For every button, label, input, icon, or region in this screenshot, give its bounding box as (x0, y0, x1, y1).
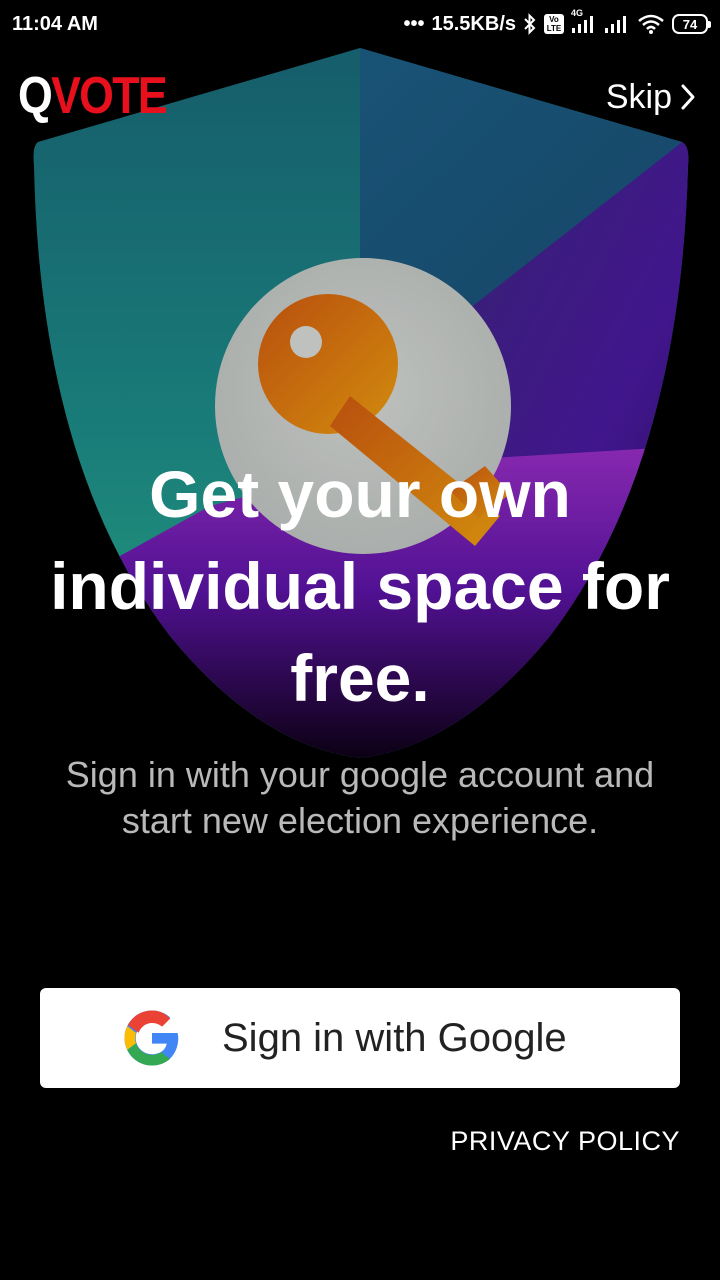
network-type-label: 4G (571, 8, 584, 18)
google-sign-in-label: Sign in with Google (222, 1016, 567, 1060)
status-time: 11:04 AM (12, 12, 98, 35)
privacy-policy-link[interactable]: PRIVACY POLICY (450, 1126, 680, 1157)
signal-icon: 4G (571, 8, 597, 34)
google-sign-in-button[interactable]: Sign in with Google (40, 988, 680, 1088)
qvote-logo: QVOTE (18, 67, 168, 125)
signal-icon (604, 14, 630, 34)
google-icon (124, 1010, 179, 1066)
wifi-icon (637, 14, 665, 34)
onboarding-screen: 11:04 AM ••• 15.5KB/s Vo LTE 4G 74 QVOTE… (0, 0, 720, 1280)
skip-button[interactable]: Skip (606, 74, 696, 120)
network-speed: 15.5KB/s (431, 12, 517, 35)
battery-icon: 74 (672, 14, 711, 34)
status-dots: ••• (403, 12, 425, 35)
battery-level: 74 (682, 16, 698, 32)
chevron-right-icon (680, 83, 696, 111)
subtext: Sign in with your google account and sta… (65, 754, 655, 841)
bluetooth-icon (523, 13, 537, 35)
volte-icon: Vo LTE (544, 14, 564, 34)
headline: Get your own individual space for free. (50, 457, 670, 715)
status-icons: ••• 15.5KB/s Vo LTE 4G 74 (403, 8, 711, 36)
skip-label: Skip (605, 77, 672, 116)
status-bar: 11:04 AM ••• 15.5KB/s Vo LTE 4G 74 (0, 0, 720, 48)
